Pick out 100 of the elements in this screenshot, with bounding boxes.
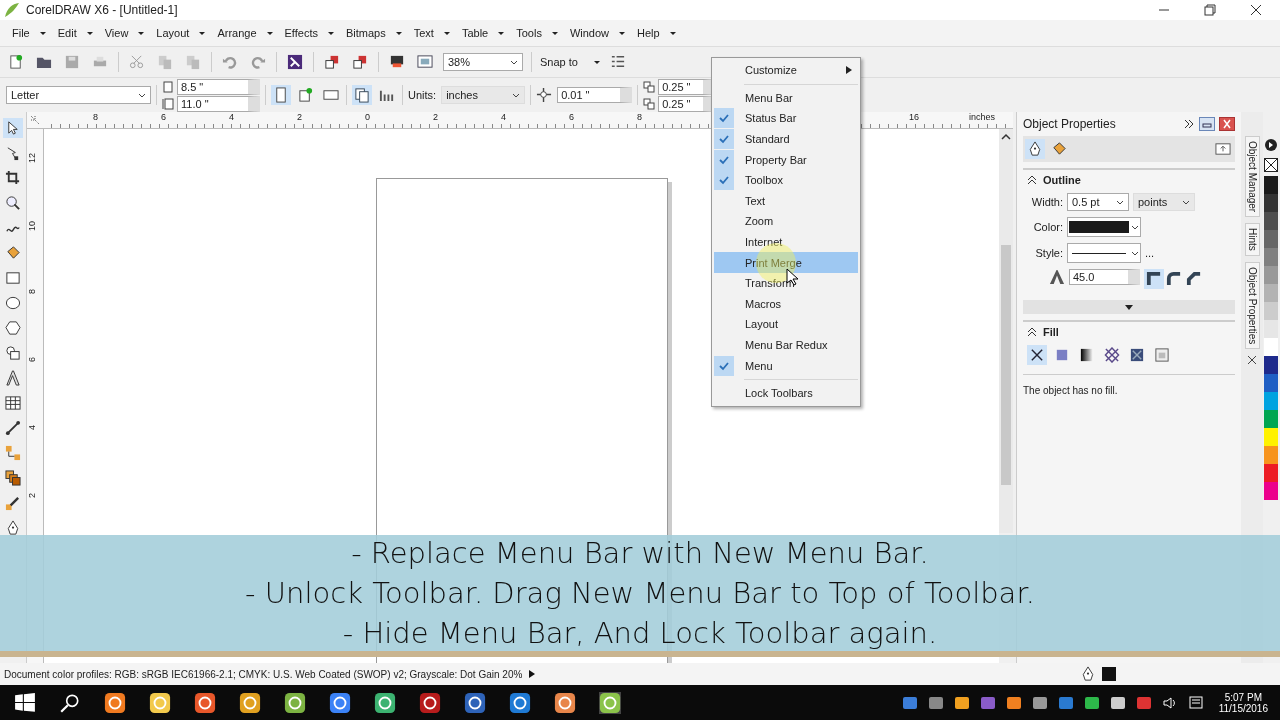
color-swatch[interactable]	[1264, 482, 1278, 500]
color-swatch[interactable]	[1264, 212, 1278, 230]
nudge-field[interactable]: 0.01 "	[557, 87, 633, 103]
color-swatch[interactable]	[1264, 266, 1278, 284]
chevron-down-icon[interactable]	[138, 92, 146, 98]
docker-tab[interactable]: Object Properties	[1244, 261, 1260, 350]
ruler-origin-icon[interactable]	[29, 114, 41, 126]
menu-item[interactable]: Help	[625, 27, 662, 39]
scrollbar-thumb[interactable]	[1001, 245, 1011, 485]
color-swatch[interactable]	[1264, 338, 1278, 356]
docker-tab[interactable]: Hints	[1244, 223, 1260, 256]
text-tool-icon[interactable]	[3, 368, 23, 388]
line-style-picker[interactable]	[1067, 243, 1141, 263]
caret-icon[interactable]	[138, 31, 145, 35]
menu-item[interactable]: Layout	[144, 27, 192, 39]
maximize-icon[interactable]	[1204, 4, 1216, 16]
menu-item[interactable]: Text	[401, 27, 436, 39]
chevron-down-icon[interactable]	[510, 59, 518, 65]
menu-item[interactable]: View	[92, 27, 131, 39]
shapes-icon[interactable]	[3, 343, 23, 363]
caret-icon[interactable]	[498, 31, 505, 35]
units-dropdown[interactable]: points	[1133, 193, 1195, 211]
no-color-swatch[interactable]	[1264, 158, 1278, 172]
corner-icon[interactable]	[1144, 269, 1164, 289]
menu-item[interactable]: Window	[557, 27, 611, 39]
menu-item[interactable]: Arrange	[205, 27, 259, 39]
color-swatch[interactable]	[1264, 194, 1278, 212]
close-icon[interactable]	[1247, 355, 1257, 366]
menu-item[interactable]: Internet	[714, 231, 858, 253]
color-swatch[interactable]	[1264, 374, 1278, 392]
speaker-icon[interactable]	[1161, 694, 1178, 711]
caret-icon[interactable]	[619, 31, 625, 35]
caret-icon[interactable]	[266, 31, 273, 35]
color-swatch[interactable]	[1264, 464, 1278, 482]
color-picker[interactable]	[1067, 217, 1141, 237]
caret-icon[interactable]	[551, 31, 558, 35]
notifications-icon[interactable]	[1187, 694, 1204, 711]
color-swatch[interactable]	[1264, 284, 1278, 302]
all-pages-icon[interactable]	[352, 85, 372, 105]
width-field[interactable]: 8.5 "	[177, 78, 260, 95]
zoom-icon[interactable]	[3, 193, 23, 213]
portrait-icon[interactable]	[271, 85, 291, 105]
caret-icon[interactable]	[395, 31, 402, 35]
color-swatch[interactable]	[1264, 446, 1278, 464]
zoom-level-dropdown[interactable]: 38%	[443, 53, 523, 71]
menu-item[interactable]: Text	[714, 190, 858, 212]
menu-item[interactable]: Menu Bar	[714, 87, 858, 109]
color-swatch[interactable]	[1264, 410, 1278, 428]
menu-item[interactable]: Tools	[504, 27, 544, 39]
units-dropdown[interactable]: inches	[441, 86, 526, 104]
menu-item[interactable]: Toolbox	[714, 169, 858, 191]
caret-icon[interactable]	[199, 31, 206, 35]
menu-item[interactable]: Zoom	[714, 211, 858, 232]
color-swatch[interactable]	[1264, 248, 1278, 266]
chevron-down-icon[interactable]	[1131, 250, 1139, 256]
caret-icon[interactable]	[1124, 302, 1134, 312]
caret-icon[interactable]	[39, 31, 46, 35]
caret-icon[interactable]	[669, 31, 676, 35]
chevron-down-icon[interactable]	[512, 92, 521, 98]
menu-item[interactable]: Layout	[714, 314, 858, 335]
expand-icon[interactable]	[1183, 118, 1195, 130]
caret-icon[interactable]	[327, 31, 334, 35]
postscript-fill-icon[interactable]	[1152, 345, 1172, 365]
menu-item[interactable]: Effects	[272, 27, 320, 39]
menu-item[interactable]: Standard	[714, 128, 858, 150]
close-icon[interactable]	[1250, 4, 1262, 16]
caret-icon[interactable]	[443, 31, 450, 35]
caret-icon[interactable]	[86, 31, 93, 35]
color-swatch[interactable]	[1264, 356, 1278, 374]
menu-item[interactable]: Menu Bar Redux	[714, 334, 858, 356]
menu-item[interactable]: Macros	[714, 293, 858, 315]
polygon-icon[interactable]	[3, 318, 23, 338]
color-swatch[interactable]	[1264, 392, 1278, 410]
chevron-down-icon[interactable]	[1116, 199, 1124, 205]
launcher-icon[interactable]	[285, 52, 305, 72]
windows-start-icon[interactable]	[14, 691, 36, 714]
close-icon[interactable]	[1219, 117, 1235, 131]
chevron-down-icon[interactable]	[1182, 199, 1190, 205]
color-swatch[interactable]	[1264, 302, 1278, 320]
snap-to-button[interactable]: Snap to	[540, 56, 578, 68]
menu-item[interactable]: File	[12, 27, 32, 39]
scroll-up-icon[interactable]	[1001, 133, 1011, 141]
docker-tab[interactable]: Object Manager	[1244, 136, 1260, 218]
menu-item[interactable]: Edit	[45, 27, 79, 39]
collapse-icon[interactable]	[1027, 327, 1037, 337]
miter-limit-field[interactable]: 45.0	[1069, 269, 1140, 285]
color-swatch[interactable]	[1264, 176, 1278, 194]
pen-nib-icon[interactable]	[1025, 139, 1045, 159]
menu-item[interactable]: Lock Toolbars	[714, 382, 858, 404]
scroll-up-icon[interactable]	[1264, 138, 1278, 152]
table-icon[interactable]	[3, 393, 23, 413]
color-swatch[interactable]	[1264, 320, 1278, 338]
blend-icon[interactable]	[3, 468, 23, 488]
menu-item[interactable]: Table	[449, 27, 491, 39]
collapse-icon[interactable]	[1027, 175, 1037, 185]
outline-width-dropdown[interactable]: 0.5 pt	[1067, 193, 1129, 211]
menu-item[interactable]: Transform	[714, 272, 858, 294]
connector-icon[interactable]	[3, 443, 23, 463]
chevron-down-icon[interactable]	[1131, 224, 1139, 230]
color-swatch[interactable]	[1264, 230, 1278, 248]
